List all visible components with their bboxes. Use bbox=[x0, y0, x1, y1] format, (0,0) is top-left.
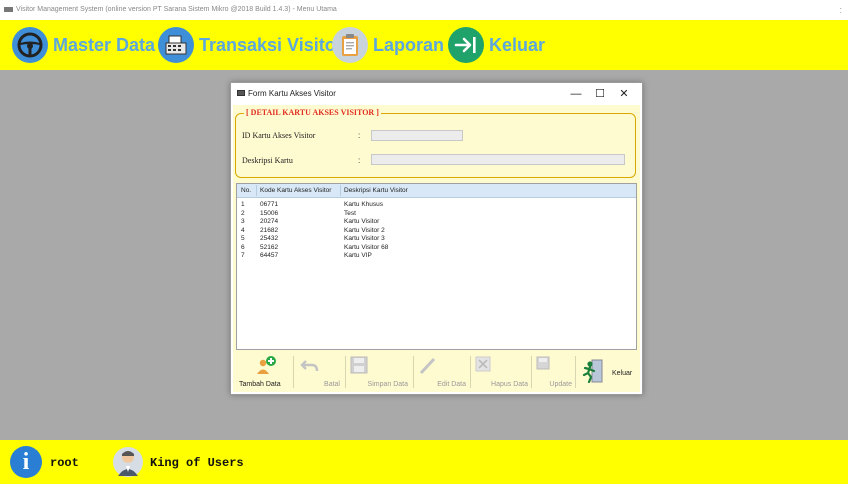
dialog-body: [ DETAIL KARTU AKSES VISITOR ] ID Kartu … bbox=[233, 105, 640, 392]
window-title: Visitor Management System (online versio… bbox=[16, 6, 337, 13]
info-icon: i bbox=[10, 446, 42, 478]
save-icon bbox=[350, 356, 368, 374]
update-button[interactable]: Update bbox=[532, 353, 574, 390]
cell-no: 7 bbox=[241, 252, 245, 259]
app-icon bbox=[4, 7, 13, 12]
cell-deskripsi: Kartu Visitor 68 bbox=[344, 243, 389, 251]
running-man-exit-icon bbox=[582, 359, 603, 383]
cell-kode: 21682 bbox=[260, 226, 279, 234]
colon: : bbox=[358, 131, 361, 140]
button-label: Hapus Data bbox=[491, 381, 528, 388]
table-row[interactable]: 7 64457 Kartu VIP bbox=[237, 251, 636, 260]
grid-header: No. Kode Kartu Akses Visitor Deskripsi K… bbox=[237, 184, 636, 198]
hapus-data-button[interactable]: Hapus Data bbox=[471, 353, 530, 390]
user-role-icon bbox=[112, 446, 144, 478]
dialog-titlebar[interactable]: Form Kartu Akses Visitor — ☐ ✕ bbox=[231, 83, 642, 105]
menu-label: Laporan bbox=[373, 34, 445, 55]
cell-no: 3 bbox=[241, 218, 245, 225]
column-header-no[interactable]: No. bbox=[241, 187, 251, 194]
undo-icon bbox=[300, 360, 319, 372]
form-toolbar: Tambah Data Batal Simpan Data Edit Data … bbox=[236, 353, 637, 390]
groupbox-title: [ DETAIL KARTU AKSES VISITOR ] bbox=[244, 108, 381, 117]
window-corner-icon: : bbox=[839, 5, 842, 15]
cell-kode: 20274 bbox=[260, 218, 279, 225]
delete-icon bbox=[475, 356, 491, 372]
cell-deskripsi: Kartu Visitor bbox=[344, 218, 380, 225]
main-menu-bar: Master Data Transaksi Visitor Laporan Ke… bbox=[0, 20, 848, 70]
steering-wheel-icon bbox=[12, 27, 48, 63]
button-label: Update bbox=[549, 381, 572, 388]
menu-label: Master Data bbox=[53, 34, 156, 55]
update-disk-icon bbox=[536, 356, 550, 370]
user-role: King of Users bbox=[150, 456, 244, 470]
menu-keluar[interactable]: Keluar bbox=[448, 27, 545, 63]
cell-deskripsi: Test bbox=[344, 209, 356, 217]
button-label: Keluar bbox=[612, 370, 633, 377]
dialog-title: Form Kartu Akses Visitor bbox=[248, 89, 336, 98]
menu-label: Transaksi Visitor bbox=[199, 34, 343, 55]
edit-data-button[interactable]: Edit Data bbox=[414, 353, 469, 390]
cell-no: 1 bbox=[241, 201, 245, 208]
button-label: Simpan Data bbox=[367, 381, 408, 388]
cash-register-icon bbox=[158, 27, 194, 63]
cell-kode: 06771 bbox=[260, 201, 279, 208]
deskripsi-kartu-input[interactable] bbox=[371, 154, 625, 165]
keluar-button[interactable]: Keluar bbox=[576, 353, 637, 390]
form-icon bbox=[237, 90, 245, 96]
menu-label: Keluar bbox=[489, 34, 546, 55]
id-kartu-label: ID Kartu Akses Visitor bbox=[242, 131, 316, 140]
cell-no: 6 bbox=[241, 243, 245, 251]
status-bar: i root King of Users bbox=[0, 440, 848, 484]
menu-laporan[interactable]: Laporan bbox=[332, 27, 444, 63]
button-label: Batal bbox=[324, 381, 340, 388]
id-kartu-input[interactable] bbox=[371, 130, 463, 141]
deskripsi-kartu-label: Deskripsi Kartu bbox=[242, 156, 293, 165]
detail-groupbox: [ DETAIL KARTU AKSES VISITOR ] ID Kartu … bbox=[235, 108, 636, 178]
cell-deskripsi: Kartu VIP bbox=[344, 252, 372, 259]
colon: : bbox=[358, 156, 361, 165]
column-header-deskripsi[interactable]: Deskripsi Kartu Visitor bbox=[344, 187, 408, 194]
simpan-data-button[interactable]: Simpan Data bbox=[346, 353, 412, 390]
cell-no: 5 bbox=[241, 235, 245, 242]
cell-no: 4 bbox=[241, 226, 245, 234]
logged-in-user: root bbox=[50, 456, 79, 470]
clipboard-icon bbox=[332, 27, 368, 63]
cell-kode: 52162 bbox=[260, 243, 279, 251]
cell-deskripsi: Kartu Visitor 2 bbox=[344, 226, 385, 234]
column-header-kode[interactable]: Kode Kartu Akses Visitor bbox=[260, 187, 331, 194]
tambah-data-button[interactable]: Tambah Data bbox=[236, 353, 292, 390]
maximize-button[interactable]: ☐ bbox=[588, 86, 612, 102]
cell-no: 2 bbox=[241, 209, 245, 217]
minimize-button[interactable]: — bbox=[564, 86, 588, 102]
cell-kode: 15006 bbox=[260, 209, 279, 217]
cell-deskripsi: Kartu Visitor 3 bbox=[344, 235, 385, 242]
form-kartu-akses-dialog: Form Kartu Akses Visitor — ☐ ✕ [ DETAIL … bbox=[230, 82, 643, 395]
add-user-icon bbox=[257, 356, 276, 374]
window-titlebar: Visitor Management System (online versio… bbox=[0, 0, 848, 20]
close-button[interactable]: ✕ bbox=[612, 86, 636, 102]
menu-master-data[interactable]: Master Data bbox=[12, 27, 155, 63]
cell-deskripsi: Kartu Khusus bbox=[344, 201, 384, 208]
menu-transaksi-visitor[interactable]: Transaksi Visitor bbox=[158, 27, 343, 63]
batal-button[interactable]: Batal bbox=[294, 353, 344, 390]
cell-kode: 64457 bbox=[260, 252, 279, 259]
button-label: Tambah Data bbox=[239, 381, 281, 388]
button-label: Edit Data bbox=[437, 381, 466, 388]
pencil-icon bbox=[419, 357, 436, 375]
exit-arrow-icon bbox=[448, 27, 484, 63]
cell-kode: 25432 bbox=[260, 235, 279, 242]
kartu-akses-grid[interactable]: No. Kode Kartu Akses Visitor Deskripsi K… bbox=[236, 183, 637, 350]
